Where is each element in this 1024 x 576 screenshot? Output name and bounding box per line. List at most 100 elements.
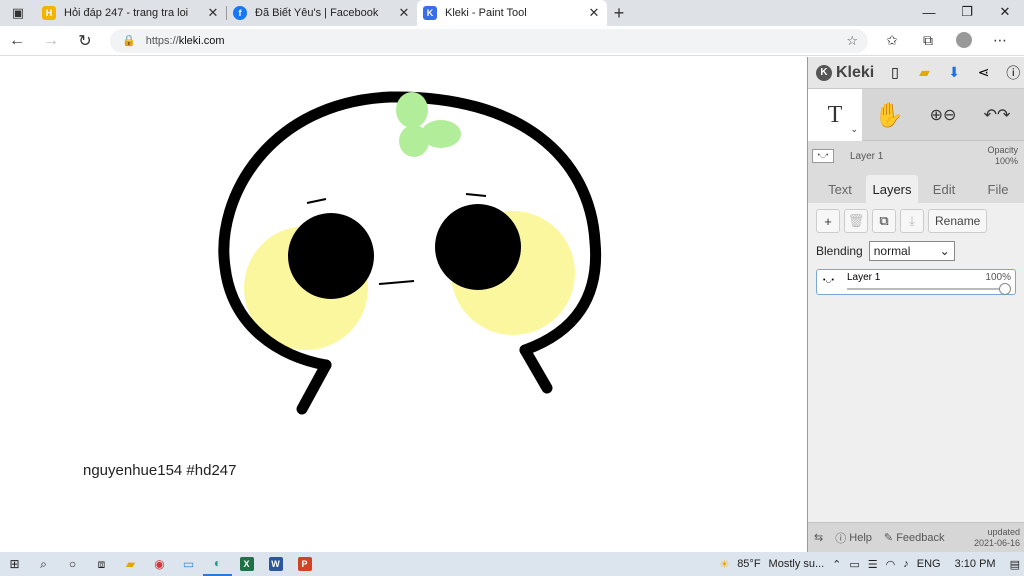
notification-icon[interactable]: ▤ — [1010, 558, 1020, 571]
url-host: kleki.com — [178, 34, 225, 47]
minimize-icon[interactable]: — — [910, 0, 948, 24]
language-indicator[interactable]: ENG — [917, 558, 941, 570]
layer-list-item[interactable]: •◡• Layer 1 100% — [816, 269, 1016, 295]
left-arm — [296, 359, 332, 415]
layer-buttons: + 🗑 ⧉ ⤓ Rename — [816, 209, 1016, 233]
weather-temp[interactable]: 85°F — [737, 558, 760, 570]
open-folder-icon[interactable]: ▰ — [914, 64, 936, 81]
collections-icon[interactable]: ⧉ — [910, 32, 946, 49]
help-link[interactable]: ⓘ Help — [829, 530, 878, 546]
hand-tool-button[interactable]: ✋ — [862, 89, 916, 141]
pencil-icon: ✎ — [883, 532, 897, 544]
help-circle-icon: ⓘ — [835, 532, 850, 545]
tab-text[interactable]: Text — [814, 175, 866, 203]
lock-icon: 🔒 — [122, 35, 136, 47]
close-tab-icon[interactable]: ✕ — [206, 5, 220, 21]
tab-actions-icon[interactable]: ▣ — [0, 0, 36, 26]
layers-tab-content: + 🗑 ⧉ ⤓ Rename Blending normal ⌄ •◡• Lay… — [808, 203, 1024, 558]
cortana-icon[interactable]: ○ — [58, 552, 87, 576]
close-window-icon[interactable]: ✕ — [986, 0, 1024, 24]
tab-facebook[interactable]: f Đã Biết Yêu's | Facebook ✕ — [227, 0, 417, 26]
blending-value: normal — [873, 244, 911, 258]
file-explorer-icon[interactable]: ▰ — [116, 552, 145, 576]
rename-layer-button[interactable]: Rename — [928, 209, 988, 233]
url-field[interactable]: 🔒 https://kleki.com ☆ — [110, 28, 868, 53]
blending-label: Blending — [816, 244, 863, 258]
updated-label: updated — [987, 526, 1020, 537]
tab-kleki[interactable]: K Kleki - Paint Tool ✕ — [417, 0, 607, 26]
battery-icon[interactable]: ▭ — [849, 558, 859, 571]
swap-side-icon[interactable]: ⇆ — [808, 531, 829, 544]
network-icon[interactable]: ☰ — [868, 558, 878, 571]
layer-opacity-slider[interactable] — [847, 288, 1005, 290]
url-scheme: https:// — [145, 34, 179, 47]
merge-layer-button[interactable]: ⤓ — [900, 209, 924, 233]
word-icon[interactable]: W — [261, 552, 290, 576]
add-favorite-icon[interactable]: ☆ — [846, 33, 858, 49]
slider-handle[interactable] — [999, 283, 1011, 295]
edge-icon[interactable]: ◐ — [203, 552, 232, 576]
text-tool-button[interactable]: T ⌄ — [808, 89, 862, 141]
tab-title: Hỏi đáp 247 - trang tra loi — [64, 7, 189, 19]
delete-layer-button[interactable]: 🗑 — [844, 209, 868, 233]
undo-redo-buttons[interactable]: ↶↷ — [970, 89, 1024, 141]
more-menu-icon[interactable]: ⋯ — [982, 32, 1018, 49]
facebook-icon: f — [233, 6, 247, 20]
zoom-buttons[interactable]: ⊕⊖ — [916, 89, 970, 141]
wifi-icon[interactable]: ◠ — [886, 558, 896, 571]
blending-select[interactable]: normal ⌄ — [868, 241, 955, 261]
kleki-logo[interactable]: K Kleki — [816, 64, 874, 82]
search-icon[interactable]: ⌕ — [29, 552, 58, 576]
tab-title: Kleki - Paint Tool — [445, 7, 527, 19]
panel-header: K Kleki ▯ ▰ ⬇ ⋖ ⓘ — [808, 57, 1024, 89]
help-label: Help — [849, 531, 872, 544]
add-layer-button[interactable]: + — [816, 209, 840, 233]
address-bar: ← → ↻ 🔒 https://kleki.com ☆ ✩ ⧉ ⋯ — [0, 26, 1024, 56]
kleki-side-panel: K Kleki ▯ ▰ ⬇ ⋖ ⓘ T ⌄ ✋ ⊕⊖ ↶↷ •◡• Layer 1 … — [807, 57, 1024, 558]
updated-info: updated 2021-06-16 — [974, 527, 1024, 549]
chevron-up-icon[interactable]: ⌃ — [832, 558, 841, 571]
share-icon[interactable]: ⋖ — [973, 64, 995, 81]
favorites-icon[interactable]: ✩ — [874, 32, 910, 49]
monitor-icon[interactable]: ▭ — [174, 552, 203, 576]
windows-taskbar: ⊞ ⌕ ○ ⧈ ▰ ◉ ▭ ◐ X W P ☀ 85°F Mostly su..… — [0, 552, 1024, 576]
clock[interactable]: 3:10 PM — [955, 558, 996, 570]
duplicate-layer-button[interactable]: ⧉ — [872, 209, 896, 233]
help-icon[interactable]: ⓘ — [1002, 63, 1024, 83]
left-eye — [288, 213, 374, 299]
new-tab-button[interactable]: + — [607, 0, 631, 26]
tab-edit[interactable]: Edit — [918, 175, 970, 203]
close-tab-icon[interactable]: ✕ — [397, 5, 411, 21]
feedback-link[interactable]: ✎ Feedback — [878, 531, 951, 545]
tool-row: T ⌄ ✋ ⊕⊖ ↶↷ — [808, 89, 1024, 141]
download-icon[interactable]: ⬇ — [943, 64, 965, 81]
tab-layers[interactable]: Layers — [866, 175, 918, 203]
new-image-icon[interactable]: ▯ — [884, 64, 906, 81]
excel-icon[interactable]: X — [232, 552, 261, 576]
right-arm — [519, 344, 553, 394]
left-brow — [306, 198, 327, 204]
app-icon[interactable]: ◉ — [145, 552, 174, 576]
tab-hoidap[interactable]: H Hỏi đáp 247 - trang tra loi ✕ — [36, 0, 226, 26]
powerpoint-icon[interactable]: P — [290, 552, 319, 576]
profile-icon[interactable] — [946, 32, 982, 49]
tab-file[interactable]: File — [972, 175, 1024, 203]
volume-icon[interactable]: ♪ — [903, 558, 909, 570]
close-tab-icon[interactable]: ✕ — [587, 5, 601, 21]
layer-thumbnail: •◡• — [812, 149, 834, 163]
restore-icon[interactable]: ❐ — [948, 0, 986, 24]
task-view-icon[interactable]: ⧈ — [87, 552, 116, 576]
current-layer-info: •◡• Layer 1 Opacity 100% — [808, 141, 1024, 171]
weather-text[interactable]: Mostly su... — [769, 558, 825, 570]
back-button[interactable]: ← — [0, 26, 34, 56]
chevron-down-icon[interactable]: ⌄ — [850, 124, 858, 135]
layer-opacity: 100% — [985, 272, 1011, 283]
panel-footer: ⇆ ⓘ Help ✎ Feedback updated 2021-06-16 — [808, 522, 1024, 552]
drawing-canvas[interactable]: nguyenhue154 #hd247 — [0, 57, 807, 552]
windows-start-icon[interactable]: ⊞ — [0, 552, 29, 576]
weather-icon[interactable]: ☀ — [719, 558, 729, 571]
layer-name: Layer 1 — [847, 272, 881, 283]
forward-button[interactable]: → — [34, 26, 68, 56]
opacity-label: Opacity — [987, 145, 1018, 155]
refresh-button[interactable]: ↻ — [68, 26, 102, 56]
